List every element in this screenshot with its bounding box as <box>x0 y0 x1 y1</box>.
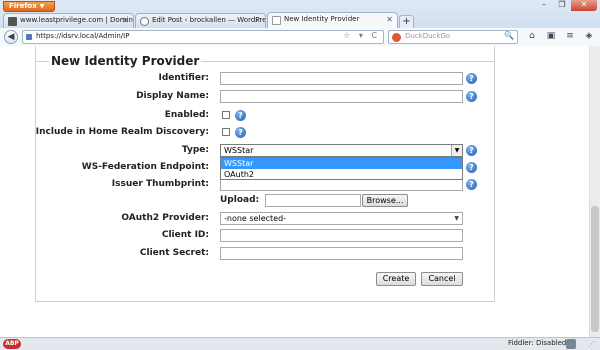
type-label: Type: <box>181 145 209 155</box>
type-option-wsstar[interactable]: WSStar <box>221 158 462 169</box>
tab-title: New Identity Provider <box>284 15 360 23</box>
browse-button[interactable]: Browse... <box>362 194 408 207</box>
home-realm-label: Include in Home Realm Discovery: <box>35 127 209 137</box>
wsfed-endpoint-label: WS-Federation Endpoint: <box>81 162 209 172</box>
vertical-scrollbar[interactable] <box>589 46 600 337</box>
help-icon[interactable]: ? <box>466 179 477 190</box>
resize-grip-icon[interactable]: ⋰ <box>588 340 595 348</box>
client-secret-label: Client Secret: <box>139 248 209 258</box>
tab-new-identity-provider[interactable]: New Identity Provider ✕ <box>267 12 398 28</box>
type-dropdown-list: WSStar OAuth2 <box>220 157 463 180</box>
oauth2-provider-select[interactable]: -none selected- ▼ <box>220 212 463 225</box>
url-text[interactable]: https://idsrv.local/Admin/IP <box>36 32 129 40</box>
enabled-checkbox[interactable] <box>222 111 230 119</box>
tab-title: www.leastprivilege.com | Dominick B... <box>20 16 133 24</box>
type-selected-value: WSStar <box>224 146 254 155</box>
extension-icon[interactable]: ◈ <box>583 30 595 43</box>
help-icon[interactable]: ? <box>466 91 477 102</box>
client-id-label: Client ID: <box>161 230 209 240</box>
browser-chrome: Firefox ▼ – ❐ ✕ www.leastprivilege.com | … <box>0 0 600 46</box>
close-tab-icon[interactable]: ✕ <box>122 16 129 25</box>
upload-file-input[interactable] <box>265 194 361 207</box>
oauth2-provider-label: OAuth2 Provider: <box>121 213 209 223</box>
help-icon[interactable]: ? <box>466 162 477 173</box>
home-icon[interactable]: ⌂ <box>526 30 538 43</box>
close-tab-icon[interactable]: ✕ <box>254 16 261 25</box>
home-realm-checkbox[interactable] <box>222 128 230 136</box>
display-name-label: Display Name: <box>136 91 209 101</box>
back-arrow-icon: ◀ <box>7 32 15 42</box>
tab-strip: www.leastprivilege.com | Dominick B... ✕… <box>3 12 414 28</box>
duckduckgo-icon <box>392 33 401 42</box>
status-bar: ABP Fiddler: Disabled ⋰ <box>0 337 600 350</box>
tab-wordpress[interactable]: Edit Post ‹ brockallen — WordPress ✕ <box>135 13 266 28</box>
scrollbar-thumb[interactable] <box>591 206 599 332</box>
firefox-menu-button[interactable]: Firefox ▼ <box>3 1 55 12</box>
chevron-down-icon[interactable]: ▼ <box>454 213 459 224</box>
oauth2-selected-value: -none selected- <box>224 214 287 223</box>
addon-bar-icon[interactable] <box>566 339 576 349</box>
create-button[interactable]: Create <box>376 272 416 286</box>
identifier-label: Identifier: <box>158 73 209 83</box>
url-bar[interactable]: https://idsrv.local/Admin/IP ☆ ▾ C <box>22 30 384 44</box>
minimize-button[interactable]: – <box>535 0 553 11</box>
close-tab-icon[interactable]: ✕ <box>386 15 393 24</box>
blank-page-icon <box>272 16 281 25</box>
maximize-button[interactable]: ❐ <box>553 0 571 11</box>
bookmarks-icon[interactable]: ▣ <box>545 30 557 43</box>
page-content: New Identity Provider Identifier: ? Disp… <box>0 46 589 337</box>
menu-icon[interactable]: ≡ <box>564 30 576 43</box>
display-name-input[interactable] <box>220 90 463 103</box>
leastprivilege-icon <box>8 17 17 26</box>
search-input[interactable]: DuckDuckGo <box>405 32 450 40</box>
help-icon[interactable]: ? <box>466 73 477 84</box>
lock-icon <box>26 34 32 40</box>
fiddler-status[interactable]: Fiddler: Disabled <box>508 339 566 347</box>
client-secret-input[interactable] <box>220 247 463 260</box>
type-option-oauth2[interactable]: OAuth2 <box>221 169 462 180</box>
upload-label: Upload: <box>220 195 260 205</box>
enabled-label: Enabled: <box>164 110 209 120</box>
client-id-input[interactable] <box>220 229 463 242</box>
cancel-button[interactable]: Cancel <box>421 272 463 286</box>
search-icon[interactable]: 🔍 <box>504 31 514 40</box>
issuer-thumbprint-label: Issuer Thumbprint: <box>111 179 209 189</box>
tab-leastprivilege[interactable]: www.leastprivilege.com | Dominick B... ✕ <box>3 13 134 28</box>
identifier-input[interactable] <box>220 72 463 85</box>
search-bar[interactable]: DuckDuckGo 🔍 <box>388 30 518 44</box>
back-button[interactable]: ◀ <box>4 30 18 44</box>
navigation-bar: ◀ https://idsrv.local/Admin/IP ☆ ▾ C Duc… <box>0 28 600 46</box>
help-icon[interactable]: ? <box>466 145 477 156</box>
help-icon[interactable]: ? <box>235 110 246 121</box>
form-legend: New Identity Provider <box>49 54 202 68</box>
type-select[interactable]: WSStar ▼ <box>220 144 463 157</box>
new-tab-button[interactable]: + <box>399 15 414 28</box>
chevron-down-icon[interactable]: ▼ <box>451 145 462 156</box>
bookmark-star-icon[interactable]: ☆ ▾ C <box>343 31 380 40</box>
wordpress-icon <box>140 17 149 26</box>
adblock-icon[interactable]: ABP <box>3 339 21 349</box>
toolbar-icons: ⌂ ▣ ≡ ◈ <box>526 30 595 43</box>
close-window-button[interactable]: ✕ <box>571 0 597 11</box>
help-icon[interactable]: ? <box>235 127 246 138</box>
tab-title: Edit Post ‹ brockallen — WordPress <box>152 16 266 24</box>
window-controls: – ❐ ✕ <box>535 0 597 11</box>
